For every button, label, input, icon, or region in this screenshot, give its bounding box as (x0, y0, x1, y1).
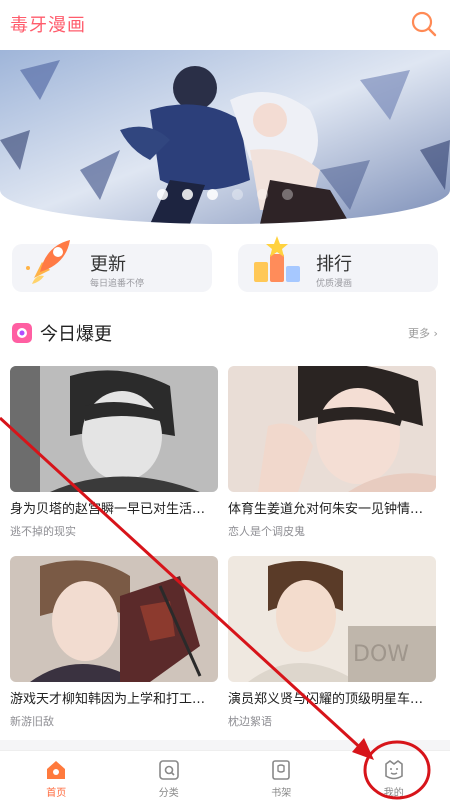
carousel-dot[interactable] (282, 189, 293, 200)
app-header: 毒牙漫画 (0, 0, 450, 48)
divider (0, 740, 450, 750)
svg-text:DOW: DOW (353, 642, 409, 667)
comic-title: 体育生姜道允对何朱安一见钟情… (228, 502, 424, 517)
tab-profile[interactable]: 我的 (338, 751, 450, 800)
comic-author: 恋人是个调皮鬼 (228, 525, 305, 538)
update-entry[interactable]: 更新 每日追番不停 (12, 240, 212, 292)
flower-icon (12, 323, 32, 343)
carousel-dot[interactable] (207, 189, 218, 200)
more-link[interactable]: 更多 › (408, 325, 438, 341)
comic-author: 枕边絮语 (228, 715, 272, 728)
section-title: 今日爆更 (40, 324, 112, 345)
comic-card[interactable]: 身为贝塔的赵宫瞬一早已对生活… 逃不掉的现实 (10, 366, 218, 539)
tab-category-label: 分类 (158, 788, 179, 799)
bookshelf-icon (272, 760, 291, 780)
search-button[interactable] (408, 8, 440, 40)
tab-profile-label: 我的 (383, 788, 404, 799)
bottom-tabbar: 首页 分类 书架 我的 (0, 750, 450, 800)
carousel-dot[interactable] (182, 189, 193, 200)
comic-author: 新游旧敌 (10, 715, 54, 728)
category-icon (158, 760, 179, 780)
tab-home[interactable]: 首页 (0, 751, 113, 800)
comic-cover (10, 556, 218, 682)
ranking-title: 排行 (316, 254, 352, 275)
rocket-icon (26, 240, 70, 284)
ranking-subtitle: 优质漫画 (316, 279, 353, 289)
comic-title: 身为贝塔的赵宫瞬一早已对生活… (10, 502, 206, 517)
carousel-dot[interactable] (257, 189, 268, 200)
comic-card[interactable]: 游戏天才柳知韩因为上学和打工… 新游旧敌 (10, 556, 218, 729)
comic-card[interactable]: DOW 演员郑义贤与闪耀的顶级明星车… 枕边絮语 (228, 556, 436, 729)
update-subtitle: 每日追番不停 (90, 279, 145, 289)
update-title: 更新 (90, 254, 126, 275)
search-icon (411, 11, 437, 37)
comic-card[interactable]: 体育生姜道允对何朱安一见钟情… 恋人是个调皮鬼 (228, 366, 436, 539)
profile-icon (384, 760, 403, 780)
tab-home-label: 首页 (46, 788, 67, 799)
comic-cover: DOW (228, 556, 436, 682)
carousel-dot[interactable] (232, 189, 243, 200)
tab-bookshelf-label: 书架 (271, 788, 292, 799)
comic-title: 演员郑义贤与闪耀的顶级明星车… (228, 692, 424, 707)
comic-cover (10, 366, 218, 492)
carousel-dot[interactable] (157, 189, 168, 200)
tab-bookshelf[interactable]: 书架 (225, 751, 338, 800)
comic-author: 逃不掉的现实 (10, 525, 76, 538)
comic-title: 游戏天才柳知韩因为上学和打工… (10, 692, 206, 707)
tab-category[interactable]: 分类 (113, 751, 226, 800)
home-icon (47, 761, 66, 779)
podium-icon (254, 236, 300, 282)
app-title: 毒牙漫画 (10, 15, 86, 36)
carousel-indicator (0, 189, 450, 201)
comic-cover (228, 366, 436, 492)
ranking-entry[interactable]: 排行 优质漫画 (238, 236, 438, 292)
